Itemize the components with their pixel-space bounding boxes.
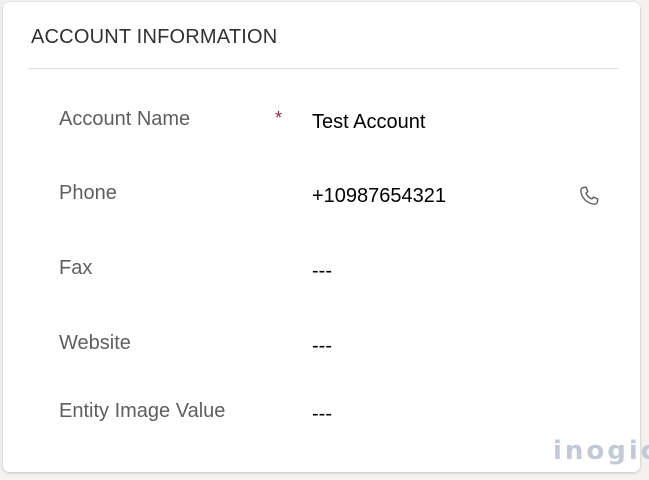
field-label-account-name: Account Name [59,108,191,130]
field-label-website: Website [59,332,131,354]
account-information-card: ACCOUNT INFORMATION Account Name * Test … [3,2,640,472]
field-label-fax: Fax [59,257,93,279]
field-value-fax[interactable]: --- [312,260,332,283]
field-row-fax: Fax --- [3,251,640,291]
field-row-account-name: Account Name * Test Account [3,102,640,142]
section-title: ACCOUNT INFORMATION [31,26,278,48]
field-value-phone[interactable]: +10987654321 [312,185,446,208]
required-marker: * [275,108,283,128]
field-label-entity-image-value: Entity Image Value [59,400,226,422]
phone-icon[interactable] [577,184,601,208]
field-label-phone: Phone [59,182,117,204]
field-row-phone: Phone +10987654321 [3,176,640,216]
field-value-website[interactable]: --- [312,335,332,358]
field-row-website: Website --- [3,326,640,366]
field-value-account-name[interactable]: Test Account [312,111,425,134]
field-value-entity-image-value[interactable]: --- [312,403,332,426]
section-divider [28,68,618,69]
inogic-watermark-logo: inogic [553,436,649,466]
field-row-entity-image-value: Entity Image Value --- [3,394,640,434]
